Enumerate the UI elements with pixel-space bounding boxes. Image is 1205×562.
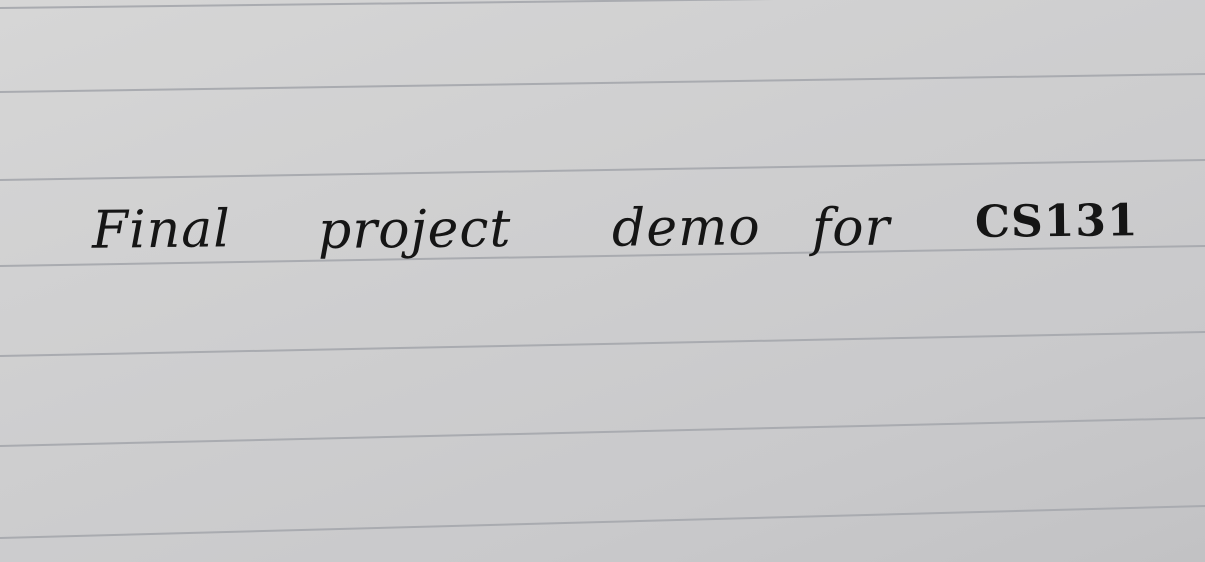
ruled-line: [0, 73, 1205, 93]
ruled-line: [0, 417, 1205, 447]
handwritten-word: for: [811, 197, 891, 259]
ruled-line: [0, 159, 1205, 181]
handwritten-word: project: [317, 198, 512, 262]
ruled-line: [0, 331, 1205, 357]
ruled-line: [0, 505, 1205, 539]
lined-paper: [0, 0, 1205, 539]
ruled-line: [0, 0, 775, 9]
handwritten-word: demo: [611, 197, 761, 259]
handwritten-word: CS131: [974, 195, 1139, 248]
handwritten-word: Final: [91, 199, 232, 261]
